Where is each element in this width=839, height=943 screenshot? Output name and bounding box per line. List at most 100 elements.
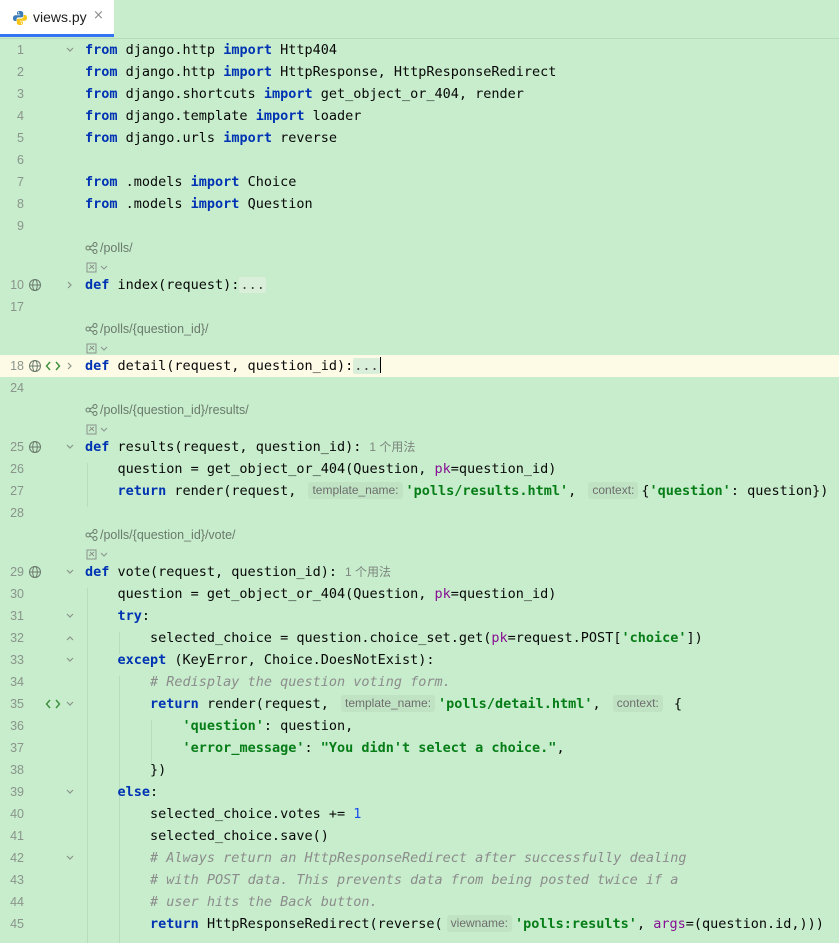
code-line: 27 return render(request, template_name:… [0, 480, 839, 502]
parameter-hint: context: [588, 482, 639, 499]
line-number: 43 [10, 873, 24, 887]
line-number: 24 [10, 381, 24, 395]
code-line: 9 [0, 215, 839, 237]
fold-chevron-down-icon[interactable] [64, 653, 76, 667]
code-line: 39 else: [0, 781, 839, 803]
code-line: 33 except (KeyError, Choice.DoesNotExist… [0, 649, 839, 671]
line-number: 26 [10, 462, 24, 476]
line-number: 10 [10, 278, 24, 292]
route-hint-detail[interactable]: /polls/{question_id}/ [85, 319, 208, 339]
tab-views-py[interactable]: views.py × [0, 0, 114, 37]
line-number: 38 [10, 763, 24, 777]
code-line: 10 def index(request):... [0, 274, 839, 296]
line-number: 18 [10, 359, 24, 373]
code-editor[interactable]: 1 from django.http import Http404 2 from… [0, 39, 839, 943]
code-line: 24 [0, 377, 839, 399]
code-line: 4 from django.template import loader [0, 105, 839, 127]
code-line: 37 'error_message': "You didn't select a… [0, 737, 839, 759]
line-number: 4 [17, 109, 24, 123]
line-number: 33 [10, 653, 24, 667]
code-line-current: 18 def detail(request, question_id):... [0, 355, 839, 377]
line-number: 7 [17, 175, 24, 189]
fold-chevron-right-icon[interactable] [64, 359, 76, 373]
line-number: 34 [10, 675, 24, 689]
code-line: 2 from django.http import HttpResponse, … [0, 61, 839, 83]
parameter-hint: viewname: [446, 915, 513, 932]
route-hint-index[interactable]: /polls/ [85, 238, 133, 258]
usages-count[interactable]: 1 个用法 [369, 440, 415, 454]
globe-endpoint-icon[interactable] [28, 359, 42, 373]
code-line: 28 [0, 502, 839, 524]
line-number: 6 [17, 153, 24, 167]
code-line: 1 from django.http import Http404 [0, 39, 839, 61]
parameter-hint: template_name: [340, 695, 436, 712]
route-hint-results[interactable]: /polls/{question_id}/results/ [85, 400, 249, 420]
code-line: 34 # Redisplay the question voting form. [0, 671, 839, 693]
line-number: 45 [10, 917, 24, 931]
line-number: 30 [10, 587, 24, 601]
code-line: 8 from .models import Question [0, 193, 839, 215]
line-number: 5 [17, 131, 24, 145]
usages-count[interactable]: 1 个用法 [345, 565, 391, 579]
fold-chevron-down-icon[interactable] [64, 609, 76, 623]
globe-endpoint-icon[interactable] [28, 565, 42, 579]
fold-chevron-down-icon[interactable] [64, 785, 76, 799]
line-number: 25 [10, 440, 24, 454]
globe-endpoint-icon[interactable] [28, 278, 42, 292]
code-line: 26 question = get_object_or_404(Question… [0, 458, 839, 480]
code-line: 30 question = get_object_or_404(Question… [0, 583, 839, 605]
line-number: 32 [10, 631, 24, 645]
parameter-hint: template_name: [308, 482, 403, 499]
code-line: 45 return HttpResponseRedirect(reverse(v… [0, 913, 839, 935]
fold-chevron-down-icon[interactable] [64, 697, 76, 711]
code-line: 41 selected_choice.save() [0, 825, 839, 847]
editor-tab-bar: views.py × [0, 0, 839, 39]
fold-chevron-down-icon[interactable] [64, 851, 76, 865]
line-number: 1 [17, 43, 24, 57]
fold-chevron-down-icon[interactable] [64, 565, 76, 579]
endpoint-link-icon [85, 404, 98, 416]
template-link-icon[interactable] [45, 359, 61, 373]
tab-filename: views.py [33, 9, 87, 25]
folded-code-placeholder[interactable]: ... [353, 358, 380, 374]
code-line: 43 # with POST data. This prevents data … [0, 869, 839, 891]
code-line: 32 selected_choice = question.choice_set… [0, 627, 839, 649]
line-number: 8 [17, 197, 24, 211]
code-line: 5 from django.urls import reverse [0, 127, 839, 149]
code-line: 31 try: [0, 605, 839, 627]
python-file-icon [13, 11, 27, 25]
fold-chevron-down-icon[interactable] [64, 43, 76, 57]
line-number: 2 [17, 65, 24, 79]
code-line: 40 selected_choice.votes += 1 [0, 803, 839, 825]
line-number: 36 [10, 719, 24, 733]
code-line: 29 def vote(request, question_id): 1 个用法 [0, 561, 839, 583]
globe-endpoint-icon[interactable] [28, 440, 42, 454]
code-line: 36 'question': question, [0, 715, 839, 737]
line-number: 44 [10, 895, 24, 909]
line-number: 27 [10, 484, 24, 498]
line-number: 35 [10, 697, 24, 711]
fold-chevron-right-icon[interactable] [64, 278, 76, 292]
route-hint-vote[interactable]: /polls/{question_id}/vote/ [85, 525, 236, 545]
endpoint-link-icon [85, 529, 98, 541]
line-number: 31 [10, 609, 24, 623]
code-line: 35 return render(request, template_name:… [0, 693, 839, 715]
code-line: 6 [0, 149, 839, 171]
fold-chevron-down-icon[interactable] [64, 440, 76, 454]
line-number: 41 [10, 829, 24, 843]
line-number: 37 [10, 741, 24, 755]
folded-code-placeholder[interactable]: ... [239, 277, 266, 293]
code-line: 7 from .models import Choice [0, 171, 839, 193]
code-line: 3 from django.shortcuts import get_objec… [0, 83, 839, 105]
line-number: 9 [17, 219, 24, 233]
template-link-icon[interactable] [45, 697, 61, 711]
line-number: 3 [17, 87, 24, 101]
tab-close-icon[interactable]: × [93, 8, 104, 23]
line-number: 17 [10, 300, 24, 314]
endpoint-link-icon [85, 323, 98, 335]
code-line: 38 }) [0, 759, 839, 781]
line-number: 29 [10, 565, 24, 579]
fold-chevron-up-icon[interactable] [64, 631, 76, 645]
code-line: 25 def results(request, question_id): 1 个… [0, 436, 839, 458]
line-number: 28 [10, 506, 24, 520]
